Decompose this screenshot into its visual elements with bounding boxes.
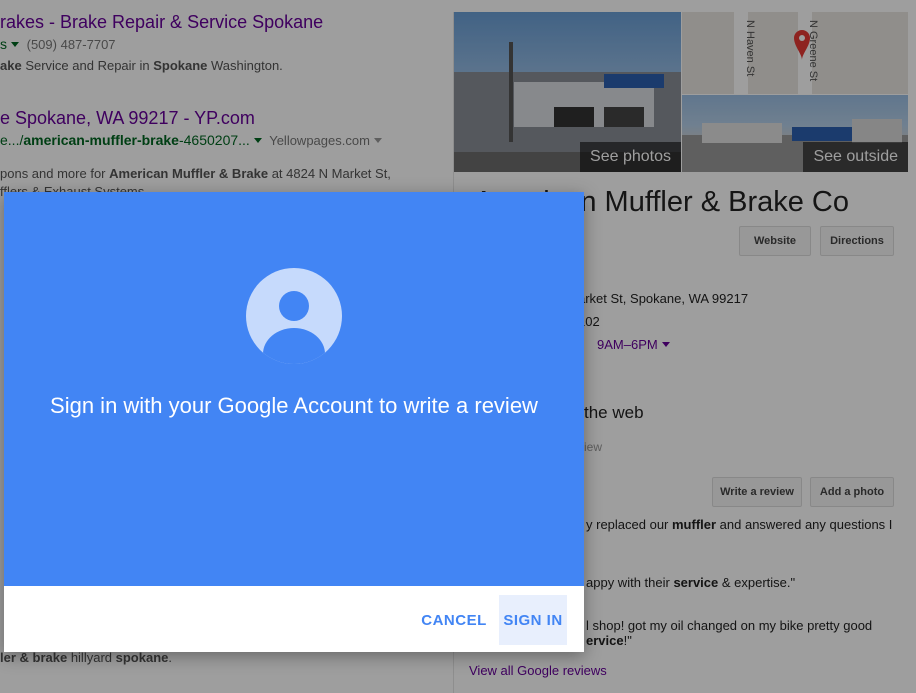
dialog-message: Sign in with your Google Account to writ… bbox=[50, 393, 538, 418]
cancel-button[interactable]: CANCEL bbox=[418, 595, 490, 645]
account-avatar-icon bbox=[246, 268, 342, 364]
dialog-header: Sign in with your Google Account to writ… bbox=[4, 192, 584, 586]
sign-in-button[interactable]: SIGN IN bbox=[499, 595, 567, 645]
sign-in-dialog: Sign in with your Google Account to writ… bbox=[4, 192, 584, 652]
search-results-page: rakes - Brake Repair & Service Spokane s… bbox=[0, 0, 916, 693]
